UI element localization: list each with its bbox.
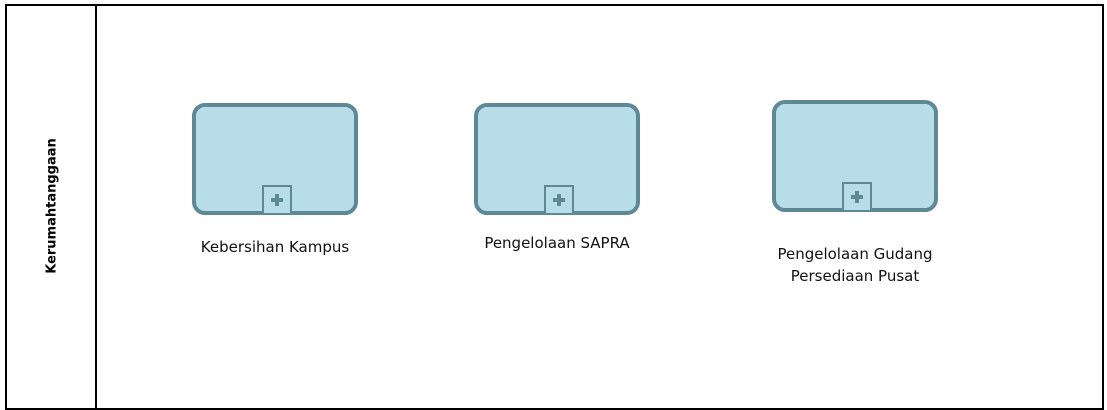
- collapsed-subprocess-marker[interactable]: [262, 185, 292, 215]
- subprocess-label: Pengelolaan SAPRA: [484, 234, 630, 252]
- subprocess-label-line: Pengelolaan Gudang: [777, 245, 933, 263]
- collapsed-subprocess-marker[interactable]: [544, 185, 574, 215]
- subprocess-pengelolaan-sapra[interactable]: [474, 103, 640, 215]
- lane-title: Kerumahtanggaan: [44, 138, 60, 274]
- plus-icon: [553, 194, 565, 206]
- collapsed-subprocess-marker[interactable]: [842, 182, 872, 212]
- plus-icon: [851, 191, 863, 203]
- plus-icon: [271, 194, 283, 206]
- subprocess-label: Kebersihan Kampus: [200, 238, 350, 256]
- subprocess-pengelolaan-gudang[interactable]: [772, 100, 938, 212]
- subprocess-kebersihan-kampus[interactable]: [192, 103, 358, 215]
- subprocess-label-line: Persediaan Pusat: [790, 267, 920, 285]
- lane-header: Kerumahtanggaan: [7, 6, 97, 408]
- subprocess-label: Pengelolaan Gudang Persediaan Pusat: [732, 243, 978, 287]
